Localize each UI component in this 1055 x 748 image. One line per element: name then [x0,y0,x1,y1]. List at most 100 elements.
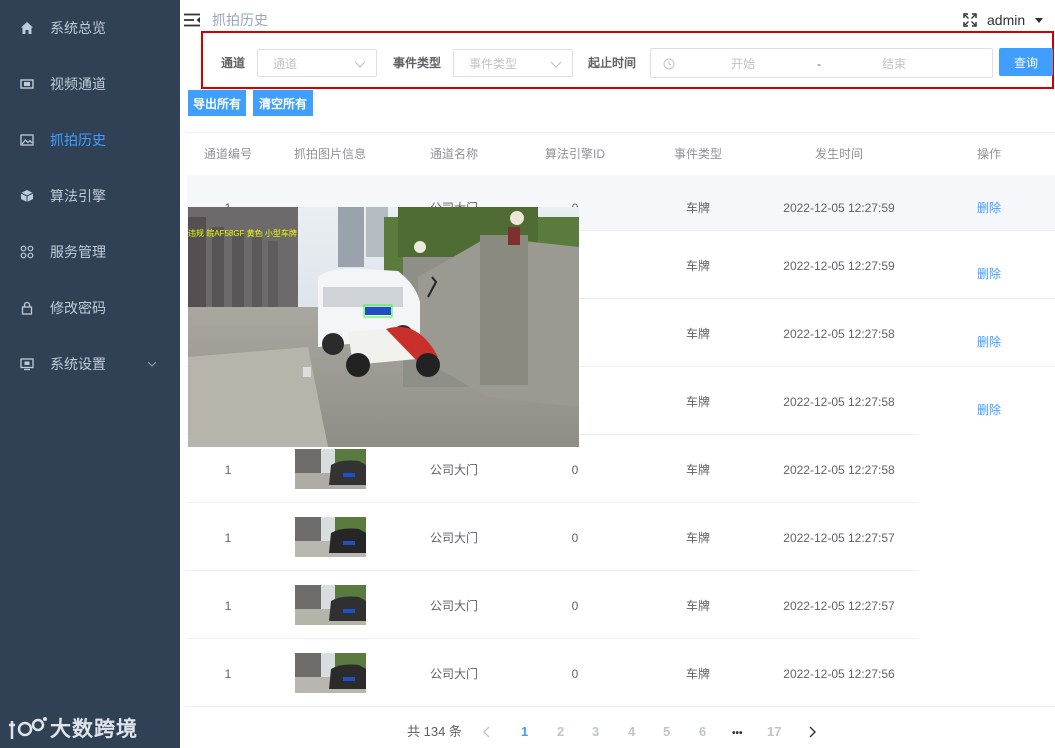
delete-link[interactable]: 删除 [977,335,1001,349]
pagination-page[interactable]: 17 [767,725,781,739]
logo: 大数跨境 [8,712,138,744]
sidebar-item-label: 视频通道 [50,76,106,92]
cell-event-type: 车牌 [685,327,710,341]
cell-channel-no: 1 [224,599,232,613]
logo-mark-icon [9,717,47,739]
clock-icon [663,58,675,70]
capture-thumbnail[interactable] [295,585,366,625]
chevron-down-icon [146,357,158,369]
cell-event-type: 车牌 [685,667,710,681]
cell-channel-no: 1 [224,531,232,545]
sidebar-item-service-management[interactable]: 服务管理 [0,224,180,280]
chevron-down-icon [550,61,562,68]
end-date-input[interactable]: 结束 [882,57,906,71]
capture-preview-image [188,207,579,447]
caret-down-icon[interactable] [1035,18,1043,23]
sidebar-item-label: 服务管理 [50,244,106,260]
cell-channel-name: 公司大门 [429,463,478,477]
sidebar-item-video-channel[interactable]: 视频通道 [0,56,180,112]
capture-thumbnail[interactable] [295,653,366,693]
search-filter-panel: 通道 通道 事件类型 事件类型 起止时间 开始 - 结束 查询 [201,31,1054,89]
pagination-page[interactable]: 2 [557,725,564,739]
cell-engine-id: 0 [571,667,579,681]
cell-time: 2022-12-05 12:27:57 [783,531,895,545]
sidebar-item-label: 系统总览 [50,20,106,36]
cell-time: 2022-12-05 12:27:58 [783,327,895,341]
cell-event-type: 车牌 [685,259,710,273]
delete-link[interactable]: 删除 [977,403,1001,417]
breadcrumb: 抓拍历史 [212,12,268,28]
cell-event-type: 车牌 [685,395,710,409]
lock-icon [20,301,34,315]
prev-page-icon[interactable] [482,726,492,738]
capture-thumbnail[interactable] [295,517,366,557]
column-header-image-info: 抓拍图片信息 [293,147,366,161]
sidebar: 系统总览 视频通道 抓拍历史 算法引擎 服务管理 修改密码 系统设置 大数跨境 [0,0,180,748]
sidebar-item-label: 算法引擎 [50,188,106,204]
cell-time: 2022-12-05 12:27:58 [783,395,895,409]
user-menu[interactable]: admin [987,12,1025,28]
sidebar-item-label: 修改密码 [50,300,106,316]
cell-channel-name: 公司大门 [429,599,478,613]
query-button[interactable]: 查询 [999,48,1053,76]
column-header-event-type: 事件类型 [673,147,722,161]
home-icon [20,21,34,35]
video-icon [20,77,34,91]
sidebar-item-system-settings[interactable]: 系统设置 [0,336,180,392]
sidebar-item-overview[interactable]: 系统总览 [0,0,180,56]
column-header-action: 操作 [976,147,1001,161]
column-header-channel-name: 通道名称 [429,147,478,161]
cell-time: 2022-12-05 12:27:59 [783,201,895,215]
pagination-page[interactable]: 4 [628,725,635,739]
channel-placeholder: 通道 [273,57,298,71]
sidebar-item-change-password[interactable]: 修改密码 [0,280,180,336]
date-range-picker[interactable]: 开始 - 结束 [650,48,993,78]
image-icon [20,133,34,147]
pagination-total: 共 134 条 [407,724,462,739]
sidebar-item-label: 抓拍历史 [50,132,106,148]
pagination-more[interactable]: ••• [732,727,743,741]
sidebar-item-algorithm-engine[interactable]: 算法引擎 [0,168,180,224]
cell-event-type: 车牌 [685,531,710,545]
cell-channel-name: 公司大门 [429,531,478,545]
delete-link[interactable]: 删除 [977,201,1001,215]
event-type-select[interactable]: 事件类型 [453,49,573,77]
cell-time: 2022-12-05 12:27:58 [783,463,895,477]
cell-channel-no: 1 [224,667,232,681]
next-page-icon[interactable] [807,726,817,738]
range-separator: - [817,57,821,71]
pagination-page[interactable]: 1 [521,725,528,739]
event-type-label: 事件类型 [393,56,442,70]
pagination-page[interactable]: 5 [663,725,670,739]
grid-icon [20,245,34,259]
hamburger-icon[interactable] [184,13,200,27]
cube-icon [20,189,34,203]
fullscreen-icon[interactable] [963,13,977,27]
cell-engine-id: 0 [571,463,579,477]
cell-event-type: 车牌 [685,201,710,215]
sidebar-item-label: 系统设置 [50,356,106,372]
cell-time: 2022-12-05 12:27:57 [783,599,895,613]
start-date-input[interactable]: 开始 [731,57,755,71]
cell-engine-id: 0 [571,531,579,545]
capture-preview-popup: 违规 皖AF58GF 黄色 小型车牌 [188,207,579,447]
clear-all-button[interactable]: 清空所有 [253,90,313,116]
export-all-button[interactable]: 导出所有 [188,90,246,116]
column-header-engine-id: 算法引擎ID [544,147,605,161]
cell-time: 2022-12-05 12:27:56 [783,667,895,681]
column-header-channel-no: 通道编号 [203,147,252,161]
capture-thumbnail[interactable] [295,449,366,489]
cell-event-type: 车牌 [685,463,710,477]
channel-select[interactable]: 通道 [257,49,377,77]
preview-caption: 违规 皖AF58GF 黄色 小型车牌 [188,229,297,238]
logo-text: 大数跨境 [50,718,138,741]
pagination-page[interactable]: 3 [592,725,599,739]
cell-engine-id: 0 [571,599,579,613]
pagination-page[interactable]: 6 [699,725,706,739]
delete-link[interactable]: 删除 [977,267,1001,281]
chevron-down-icon [354,61,366,68]
cell-time: 2022-12-05 12:27:59 [783,259,895,273]
cell-channel-name: 公司大门 [429,667,478,681]
sidebar-item-capture-history[interactable]: 抓拍历史 [0,112,180,168]
table-right-blank [918,434,1055,706]
